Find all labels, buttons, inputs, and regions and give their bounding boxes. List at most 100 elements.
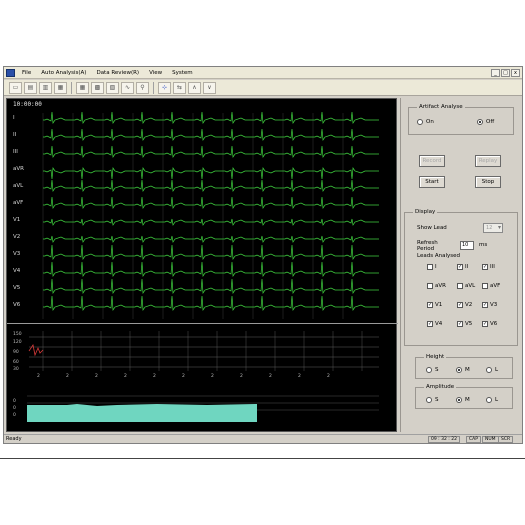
amplitude-option-m[interactable]: M bbox=[456, 397, 470, 403]
status-cap: CAP bbox=[466, 436, 481, 443]
measure-icon[interactable]: ⊹ bbox=[158, 81, 171, 94]
record-button[interactable]: Record bbox=[419, 155, 445, 167]
trend-time-label: 2 bbox=[66, 374, 69, 379]
wave-icon[interactable]: ∿ bbox=[121, 81, 134, 94]
scale-icon[interactable]: ⇆ bbox=[173, 81, 186, 94]
heart-rate-trend bbox=[28, 343, 44, 357]
lead-check-avl[interactable]: aVL bbox=[457, 283, 475, 289]
checkbox-checked-icon[interactable]: ✓ bbox=[482, 321, 488, 327]
lead-check-avf[interactable]: aVF bbox=[482, 283, 500, 289]
radio-selected-icon[interactable] bbox=[456, 397, 462, 403]
checkbox-icon[interactable] bbox=[427, 283, 433, 289]
signal-quality-bar bbox=[27, 404, 257, 422]
radio-icon[interactable] bbox=[426, 367, 432, 373]
toolbar: ▭ ▤ ▥ ▦ ▦ ▩ ▧ ∿ ⚲ ⊹ ⇆ ∧ ∨ bbox=[4, 80, 522, 96]
checkbox-checked-icon[interactable]: ✓ bbox=[457, 264, 463, 270]
trend-axis-label: 120 bbox=[13, 340, 22, 345]
artifact-off-option[interactable]: Off bbox=[477, 119, 494, 125]
control-panel: Artifact Analyse On Off Record Replay St… bbox=[400, 98, 522, 432]
checkbox-checked-icon[interactable]: ✓ bbox=[457, 302, 463, 308]
menu-view[interactable]: View bbox=[144, 67, 167, 79]
radio-selected-icon[interactable] bbox=[456, 367, 462, 373]
save-icon[interactable]: ▥ bbox=[39, 81, 52, 94]
page-rule bbox=[0, 458, 525, 459]
checkbox-checked-icon[interactable]: ✓ bbox=[482, 264, 488, 270]
checkbox-checked-icon[interactable]: ✓ bbox=[457, 321, 463, 327]
lead-check-label: aVL bbox=[465, 283, 476, 289]
lead-check-v6[interactable]: ✓ V6 bbox=[482, 321, 497, 327]
open-icon[interactable]: ▤ bbox=[24, 81, 37, 94]
menu-file[interactable]: File bbox=[17, 67, 36, 79]
amplitude-title: Amplitude bbox=[424, 384, 457, 390]
minimize-button[interactable]: _ bbox=[491, 68, 500, 77]
close-button[interactable]: x bbox=[511, 68, 520, 77]
lead-check-v4[interactable]: ✓ V4 bbox=[427, 321, 442, 327]
lead-label-avf: aVF bbox=[13, 200, 24, 206]
lead-check-v3[interactable]: ✓ V3 bbox=[482, 302, 497, 308]
start-button[interactable]: Start bbox=[419, 176, 445, 188]
radio-selected-icon[interactable] bbox=[477, 119, 483, 125]
radio-icon[interactable] bbox=[426, 397, 432, 403]
radio-icon[interactable] bbox=[417, 119, 423, 125]
artifact-analyse-group: Artifact Analyse On Off bbox=[408, 104, 514, 135]
lead-label-v1: V1 bbox=[13, 217, 21, 223]
lead-check-avr[interactable]: aVR bbox=[427, 283, 446, 289]
report-icon[interactable]: ▧ bbox=[106, 81, 119, 94]
artifact-on-option[interactable]: On bbox=[417, 119, 434, 125]
checkbox-checked-icon[interactable]: ✓ bbox=[427, 321, 433, 327]
replay-button[interactable]: Replay bbox=[475, 155, 501, 167]
amplitude-option-s[interactable]: S bbox=[426, 397, 439, 403]
lead-label-i: I bbox=[13, 115, 15, 121]
ecg-trace-avl bbox=[43, 179, 379, 193]
trend-time-label: 2 bbox=[327, 374, 330, 379]
trend-axis-label: 30 bbox=[13, 367, 19, 372]
menu-data-review[interactable]: Data Review(R) bbox=[91, 67, 144, 79]
checkbox-icon[interactable] bbox=[482, 283, 488, 289]
lead-check-label: aVF bbox=[490, 283, 501, 289]
height-group: Height S M L bbox=[415, 354, 513, 379]
chart-icon[interactable]: ▩ bbox=[91, 81, 104, 94]
monitor-clock: 10:00:00 bbox=[13, 101, 42, 108]
height-option-s[interactable]: S bbox=[426, 367, 439, 373]
lead-check-v1[interactable]: ✓ V1 bbox=[427, 302, 442, 308]
grid-icon[interactable]: ▦ bbox=[76, 81, 89, 94]
height-option-label: L bbox=[495, 367, 499, 373]
filter-icon[interactable]: ⚲ bbox=[136, 81, 149, 94]
lead-label-v6: V6 bbox=[13, 302, 21, 308]
checkbox-icon[interactable] bbox=[457, 283, 463, 289]
radio-icon[interactable] bbox=[486, 397, 492, 403]
amplitude-option-l[interactable]: L bbox=[486, 397, 498, 403]
zoom-in-icon[interactable]: ∧ bbox=[188, 81, 201, 94]
trend-time-label: 2 bbox=[298, 374, 301, 379]
radio-icon[interactable] bbox=[486, 367, 492, 373]
checkbox-checked-icon[interactable]: ✓ bbox=[482, 302, 488, 308]
trend-time-label: 2 bbox=[95, 374, 98, 379]
show-lead-select[interactable]: 12 bbox=[483, 223, 503, 233]
stop-button[interactable]: Stop bbox=[475, 176, 501, 188]
lower-axis-label: 0 bbox=[13, 406, 16, 411]
refresh-period-input[interactable]: 10 bbox=[460, 241, 474, 250]
trend-time-label: 2 bbox=[153, 374, 156, 379]
lead-check-iii[interactable]: ✓ III bbox=[482, 264, 495, 270]
trend-time-label: 2 bbox=[182, 374, 185, 379]
menu-system[interactable]: System bbox=[167, 67, 198, 79]
zoom-out-icon[interactable]: ∨ bbox=[203, 81, 216, 94]
lead-check-v2[interactable]: ✓ V2 bbox=[457, 302, 472, 308]
checkbox-checked-icon[interactable]: ✓ bbox=[427, 302, 433, 308]
new-doc-icon[interactable]: ▭ bbox=[9, 81, 22, 94]
print-icon[interactable]: ▦ bbox=[54, 81, 67, 94]
maximize-button[interactable]: □ bbox=[501, 68, 510, 77]
lead-label-v5: V5 bbox=[13, 285, 21, 291]
lead-check-v5[interactable]: ✓ V5 bbox=[457, 321, 472, 327]
checkbox-icon[interactable] bbox=[427, 264, 433, 270]
height-option-l[interactable]: L bbox=[486, 367, 498, 373]
display-group: Display Show Lead 12 Refresh Period 10 m… bbox=[404, 209, 518, 346]
menu-auto-analysis[interactable]: Auto Analysis(A) bbox=[36, 67, 91, 79]
lead-check-ii[interactable]: ✓ II bbox=[457, 264, 468, 270]
lead-check-i[interactable]: I bbox=[427, 264, 437, 270]
height-option-m[interactable]: M bbox=[456, 367, 470, 373]
artifact-off-label: Off bbox=[486, 119, 495, 125]
status-ready-text: Ready bbox=[6, 436, 22, 442]
monitor-divider bbox=[7, 323, 398, 324]
trend-axis-label: 60 bbox=[13, 360, 19, 365]
